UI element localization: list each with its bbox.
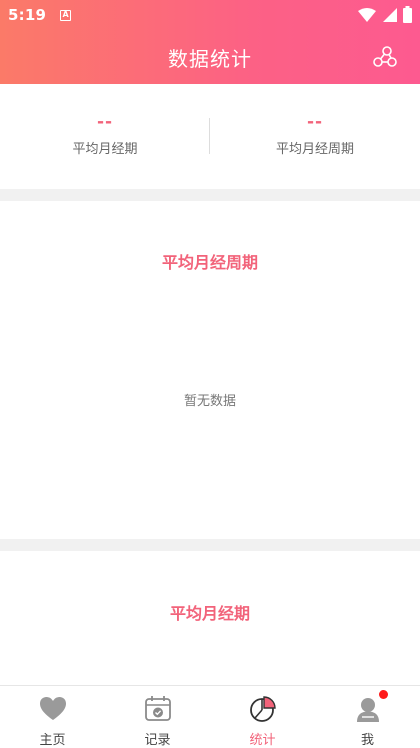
tab-me-label: 我 — [360, 733, 374, 748]
pie-chart-icon — [249, 696, 276, 722]
period-chart-title: 平均月经期 — [169, 604, 250, 623]
status-bar: 5:19 A — [0, 0, 420, 30]
avg-period-summary: -- 平均月经期 — [0, 84, 210, 189]
avg-period-label: 平均月经期 — [72, 142, 138, 157]
tab-home-label: 主页 — [39, 733, 66, 748]
tab-record[interactable]: 记录 — [105, 686, 210, 748]
status-icons — [358, 6, 412, 23]
page-title: 数据统计 — [168, 46, 252, 71]
avg-cycle-summary: -- 平均月经周期 — [210, 84, 420, 189]
status-time: 5:19 — [8, 6, 47, 24]
avg-period-value: -- — [96, 112, 114, 132]
tab-record-label: 记录 — [144, 733, 171, 748]
share-icon[interactable] — [372, 45, 398, 69]
bottom-tab-bar: 主页 记录 统计 我 — [0, 685, 420, 748]
notification-badge: A — [60, 9, 72, 21]
wifi-icon — [358, 7, 376, 22]
title-bar: 数据统计 — [0, 38, 420, 76]
summary-card: -- 平均月经期 -- 平均月经周期 — [0, 84, 420, 189]
header: 5:19 A 数据统计 — [0, 0, 420, 84]
user-icon — [356, 698, 379, 722]
period-chart-card: 平均月经期 — [0, 551, 420, 685]
summary-divider — [209, 118, 210, 154]
tab-home[interactable]: 主页 — [0, 686, 105, 748]
empty-data-text: 暂无数据 — [183, 394, 236, 409]
heart-icon — [39, 697, 66, 720]
signal-icon — [383, 7, 397, 22]
tab-stats-label: 统计 — [249, 733, 276, 748]
cycle-chart-card: 平均月经周期 暂无数据 — [0, 201, 420, 539]
calendar-icon — [144, 696, 171, 721]
notification-dot — [379, 690, 388, 699]
avg-cycle-label: 平均月经周期 — [275, 142, 354, 157]
tab-me[interactable]: 我 — [315, 686, 420, 748]
avg-cycle-value: -- — [306, 112, 324, 132]
battery-icon — [403, 6, 412, 23]
cycle-chart-title: 平均月经周期 — [161, 253, 258, 272]
tab-stats[interactable]: 统计 — [210, 686, 315, 748]
